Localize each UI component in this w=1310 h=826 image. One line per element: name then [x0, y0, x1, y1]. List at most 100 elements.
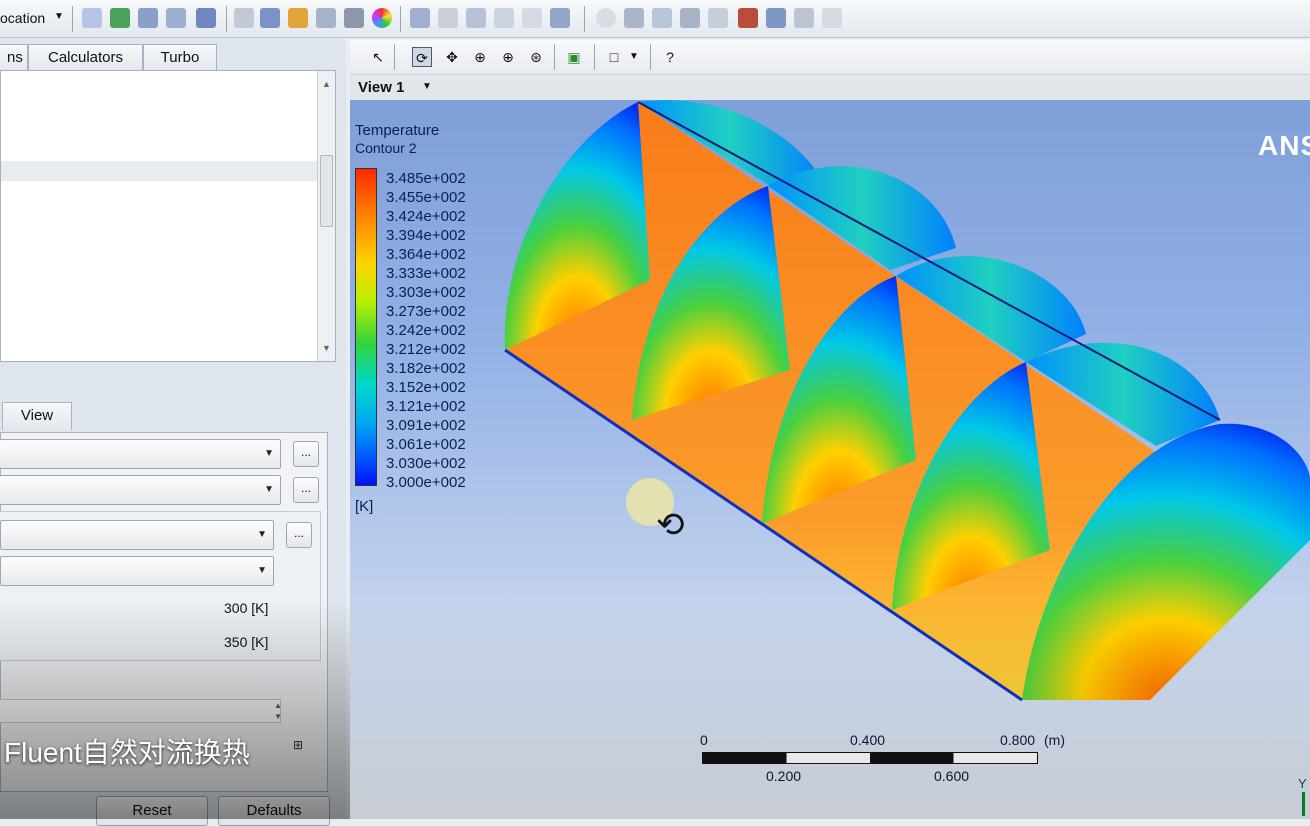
locations-more-button[interactable]: ...: [293, 477, 319, 503]
location-dropdown[interactable]: ocation: [0, 10, 45, 26]
table-icon[interactable]: [466, 8, 486, 28]
domains-more-button[interactable]: ...: [293, 441, 319, 467]
scale-bar: 0 0.400 0.800 (m) 0.200 0.600: [700, 730, 1065, 790]
scroll-thumb[interactable]: [320, 155, 333, 227]
expression-icon[interactable]: [438, 8, 458, 28]
tab-calculators[interactable]: Calculators: [28, 44, 143, 72]
contour-icon[interactable]: [110, 8, 130, 28]
coordinate-frame-icon[interactable]: [260, 8, 280, 28]
toolbar-separator: [584, 6, 585, 32]
scale-unit: (m): [1044, 732, 1065, 748]
legend-label: 3.061e+002: [386, 436, 466, 453]
chevron-down-icon[interactable]: ▼: [54, 11, 64, 22]
instance-transform-icon[interactable]: [316, 8, 336, 28]
tree-scrollbar[interactable]: ▲ ▼: [317, 71, 335, 361]
legend-label: 3.242e+002: [386, 322, 466, 339]
fit-view-icon[interactable]: ⊛: [526, 47, 546, 67]
axis-triad: Y: [1296, 776, 1310, 816]
turbo-icon[interactable]: [794, 8, 814, 28]
clip-plane-icon[interactable]: [344, 8, 364, 28]
reset-button[interactable]: Reset: [96, 796, 208, 826]
toolbar-separator: [650, 44, 651, 70]
tab-expressions[interactable]: ns: [0, 44, 28, 72]
spinner-arrows-icon[interactable]: ▲ ▼: [274, 700, 282, 722]
view-title-bar: View 1 ▼: [350, 74, 1310, 100]
zoom-box-icon[interactable]: ⊕: [498, 47, 518, 67]
viewport-layout-icon[interactable]: □: [604, 47, 624, 67]
axis-y-label: Y: [1298, 776, 1307, 791]
locations-combo[interactable]: ▼: [0, 475, 281, 505]
tree-selected-row[interactable]: [1, 161, 317, 181]
chart-icon[interactable]: [494, 8, 514, 28]
rotate-cursor-icon: ⟲: [656, 506, 685, 544]
video-subtitle: Fluent自然对流换热: [4, 737, 250, 768]
range-combo[interactable]: ▼: [0, 556, 274, 586]
expand-icon[interactable]: ⊞: [293, 738, 303, 752]
comment-icon[interactable]: [522, 8, 542, 28]
scale-ruler: [702, 752, 1038, 764]
quick-editor-icon[interactable]: [680, 8, 700, 28]
clock-icon[interactable]: [596, 8, 616, 28]
report-icon[interactable]: [708, 8, 728, 28]
tab-turbo[interactable]: Turbo: [143, 44, 217, 72]
legend-label: 3.333e+002: [386, 265, 466, 282]
main-toolbar: ocation ▼: [0, 0, 1310, 38]
tab-view[interactable]: View: [2, 402, 72, 430]
chevron-down-icon[interactable]: ▼: [422, 81, 432, 92]
chevron-down-icon: ▼: [257, 565, 267, 576]
volume-icon[interactable]: [196, 8, 216, 28]
mesh-calculator-icon[interactable]: [624, 8, 644, 28]
legend-label: 3.121e+002: [386, 398, 466, 415]
viewport-toolbar: ↖ ⟳ ✥ ⊕ ⊕ ⊛ ▣ □ ▼ ?: [350, 40, 1310, 74]
toolbar-separator: [394, 44, 395, 70]
legend-label: 3.455e+002: [386, 189, 466, 206]
defaults-button[interactable]: Defaults: [218, 796, 330, 826]
max-value: 350 [K]: [224, 634, 269, 650]
vector-icon[interactable]: [138, 8, 158, 28]
min-value: 300 [K]: [224, 600, 269, 616]
toolbar-separator: [554, 44, 555, 70]
variable-more-button[interactable]: ...: [286, 522, 312, 548]
temperature-contour-plot: ⟲: [504, 100, 1310, 702]
domains-combo[interactable]: ▼: [0, 439, 281, 469]
scroll-down-icon[interactable]: ▼: [322, 343, 331, 353]
legend-label: 3.212e+002: [386, 341, 466, 358]
export-icon[interactable]: [738, 8, 758, 28]
probe-icon[interactable]: [652, 8, 672, 28]
view-selector[interactable]: View 1: [358, 79, 404, 96]
text-icon[interactable]: [234, 8, 254, 28]
select-pointer-icon[interactable]: ↖: [368, 47, 388, 67]
variable-combo[interactable]: ▼: [0, 520, 274, 550]
contours-spinner[interactable]: ▲ ▼: [0, 699, 282, 723]
legend-label: 3.091e+002: [386, 417, 466, 434]
legend-label: 3.000e+002: [386, 474, 466, 491]
figure-icon[interactable]: [550, 8, 570, 28]
scale-label: 0.800: [1000, 732, 1036, 748]
legend-label: 3.364e+002: [386, 246, 466, 263]
scroll-up-icon[interactable]: ▲: [322, 79, 331, 89]
legend-subtitle: Contour 2: [355, 140, 417, 156]
rotate-icon[interactable]: ⟳: [412, 47, 432, 67]
legend-label: 3.424e+002: [386, 208, 466, 225]
command-editor-icon[interactable]: [822, 8, 842, 28]
legend-label: 3.485e+002: [386, 170, 466, 187]
scale-label: 0.600: [934, 768, 970, 784]
toggle-axis-icon[interactable]: ▣: [564, 47, 584, 67]
legend-icon[interactable]: [288, 8, 308, 28]
macro-calculator-icon[interactable]: [766, 8, 786, 28]
legend-label: 3.394e+002: [386, 227, 466, 244]
variable-icon[interactable]: [410, 8, 430, 28]
legend-label: 3.303e+002: [386, 284, 466, 301]
particle-track-icon[interactable]: [166, 8, 186, 28]
chevron-down-icon: ▼: [257, 529, 267, 540]
toolbar-separator: [400, 6, 401, 32]
3d-viewport[interactable]: ⟲ Temperature Contour 2 3.485e+002 3.455…: [350, 100, 1310, 819]
help-pointer-icon[interactable]: ?: [660, 47, 680, 67]
color-map-icon[interactable]: [372, 8, 392, 28]
toolbar-separator: [226, 6, 227, 32]
legend-label: 3.182e+002: [386, 360, 466, 377]
chevron-down-icon[interactable]: ▼: [624, 47, 644, 67]
pan-icon[interactable]: ✥: [442, 47, 462, 67]
zoom-icon[interactable]: ⊕: [470, 47, 490, 67]
streamline-icon[interactable]: [82, 8, 102, 28]
